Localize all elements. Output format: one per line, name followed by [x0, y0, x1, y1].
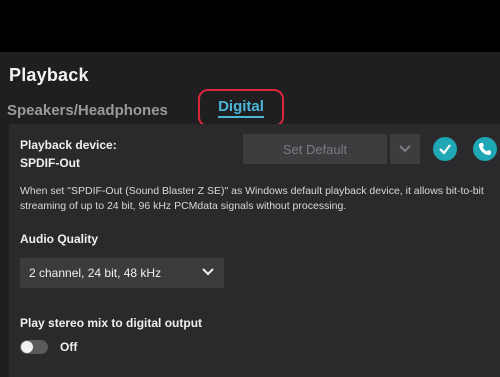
- tab-digital-label: Digital: [218, 98, 264, 118]
- stereo-mix-toggle[interactable]: [20, 340, 48, 354]
- tab-digital[interactable]: Digital: [198, 89, 284, 127]
- audio-quality-value: 2 channel, 24 bit, 48 kHz: [29, 266, 162, 280]
- playback-device-value: SPDIF-Out: [20, 156, 80, 170]
- chevron-down-icon: [202, 268, 214, 276]
- toggle-knob: [21, 341, 33, 353]
- playback-device-label: Playback device:: [20, 138, 117, 152]
- playback-panel: Playback Speakers/Headphones Digital Pla…: [0, 52, 500, 377]
- phone-icon: [479, 143, 491, 155]
- set-default-dropdown[interactable]: [390, 134, 420, 164]
- tab-speakers-headphones[interactable]: Speakers/Headphones: [7, 102, 168, 119]
- call-button[interactable]: [473, 137, 497, 161]
- top-bar: [0, 0, 500, 52]
- page-title: Playback: [9, 65, 89, 85]
- set-default-button[interactable]: Set Default: [243, 134, 387, 164]
- audio-quality-label: Audio Quality: [20, 232, 98, 246]
- stereo-mix-state: Off: [60, 340, 78, 354]
- description-text: When set "SPDIF-Out (Sound Blaster Z SE)…: [20, 185, 484, 212]
- chevron-down-icon: [399, 145, 411, 153]
- audio-quality-select[interactable]: 2 channel, 24 bit, 48 kHz: [20, 258, 224, 288]
- digital-settings: Playback device: SPDIF-Out Set Default W…: [9, 124, 500, 377]
- stereo-mix-label: Play stereo mix to digital output: [20, 316, 203, 330]
- confirm-button[interactable]: [433, 137, 457, 161]
- check-icon: [439, 144, 451, 155]
